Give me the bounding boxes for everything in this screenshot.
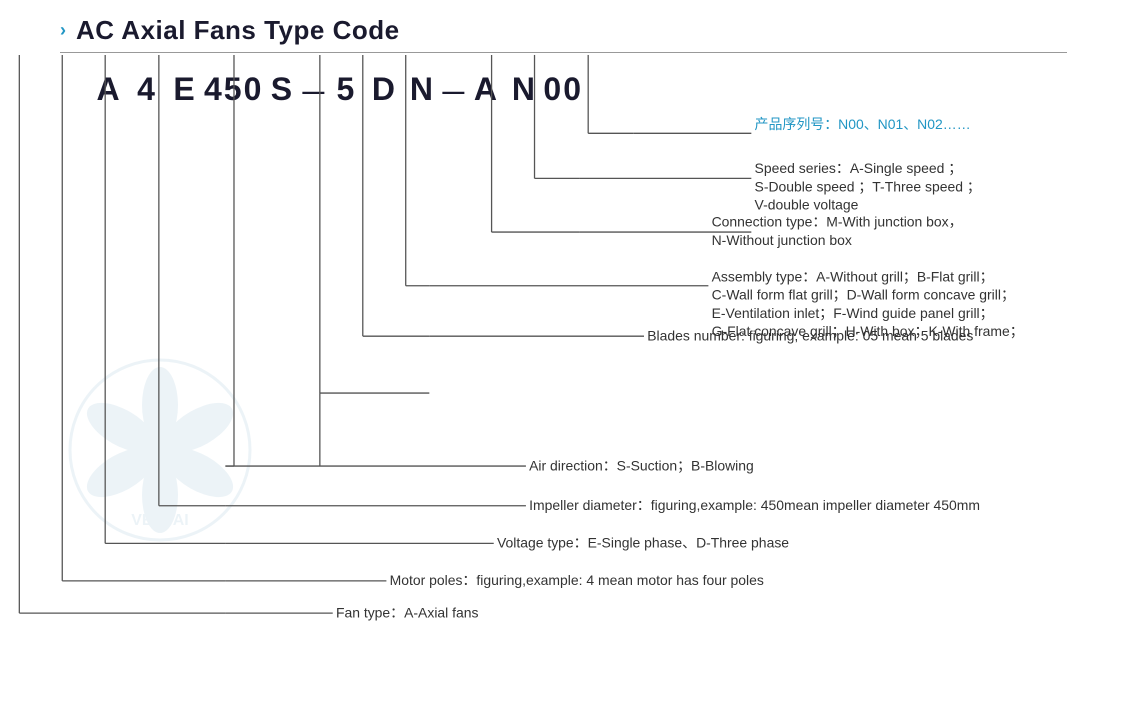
svg-text:Blades number: figuring, examp: Blades number: figuring, example: 05 mea… — [647, 327, 973, 343]
svg-text:Voltage type：E-Single phase、D-: Voltage type：E-Single phase、D-Three phas… — [497, 535, 789, 551]
svg-text:Assembly type：A-Without grill；: Assembly type：A-Without grill；B-Flat gri… — [712, 268, 994, 285]
svg-text:Connection type：M-With junctio: Connection type：M-With junction box， — [712, 214, 963, 230]
diagram-svg: .diagram-line { stroke: #555; stroke-wid… — [0, 0, 1127, 711]
svg-text:Fan type：A-Axial fans: Fan type：A-Axial fans — [336, 604, 479, 620]
svg-text:Speed series：A-Single speed ；: Speed series：A-Single speed ； — [755, 160, 963, 177]
svg-text:Motor poles：figuring,example:: Motor poles：figuring,example: 4 mean mot… — [390, 572, 764, 588]
svg-text:N-Without junction box: N-Without junction box — [712, 232, 852, 248]
svg-text:Air direction：S-Suction；B-Blow: Air direction：S-Suction；B-Blowing — [529, 457, 754, 474]
svg-text:E-Ventilation inlet；F-Wind gui: E-Ventilation inlet；F-Wind guide panel g… — [712, 305, 994, 322]
svg-text:C-Wall form flat grill；D-Wall: C-Wall form flat grill；D-Wall form conca… — [712, 287, 1015, 304]
svg-text:Impeller diameter：figuring,exa: Impeller diameter：figuring,example: 450m… — [529, 497, 980, 513]
svg-text:S-Double speed ；T-Three speed: S-Double speed ；T-Three speed ； — [755, 178, 981, 195]
svg-text:产品序列号：N00、N01、N02……: 产品序列号：N00、N01、N02…… — [755, 116, 971, 132]
svg-text:V-double voltage: V-double voltage — [755, 197, 859, 213]
page-container: › AC Axial Fans Type Code A 4 E 450 S — … — [0, 0, 1127, 711]
